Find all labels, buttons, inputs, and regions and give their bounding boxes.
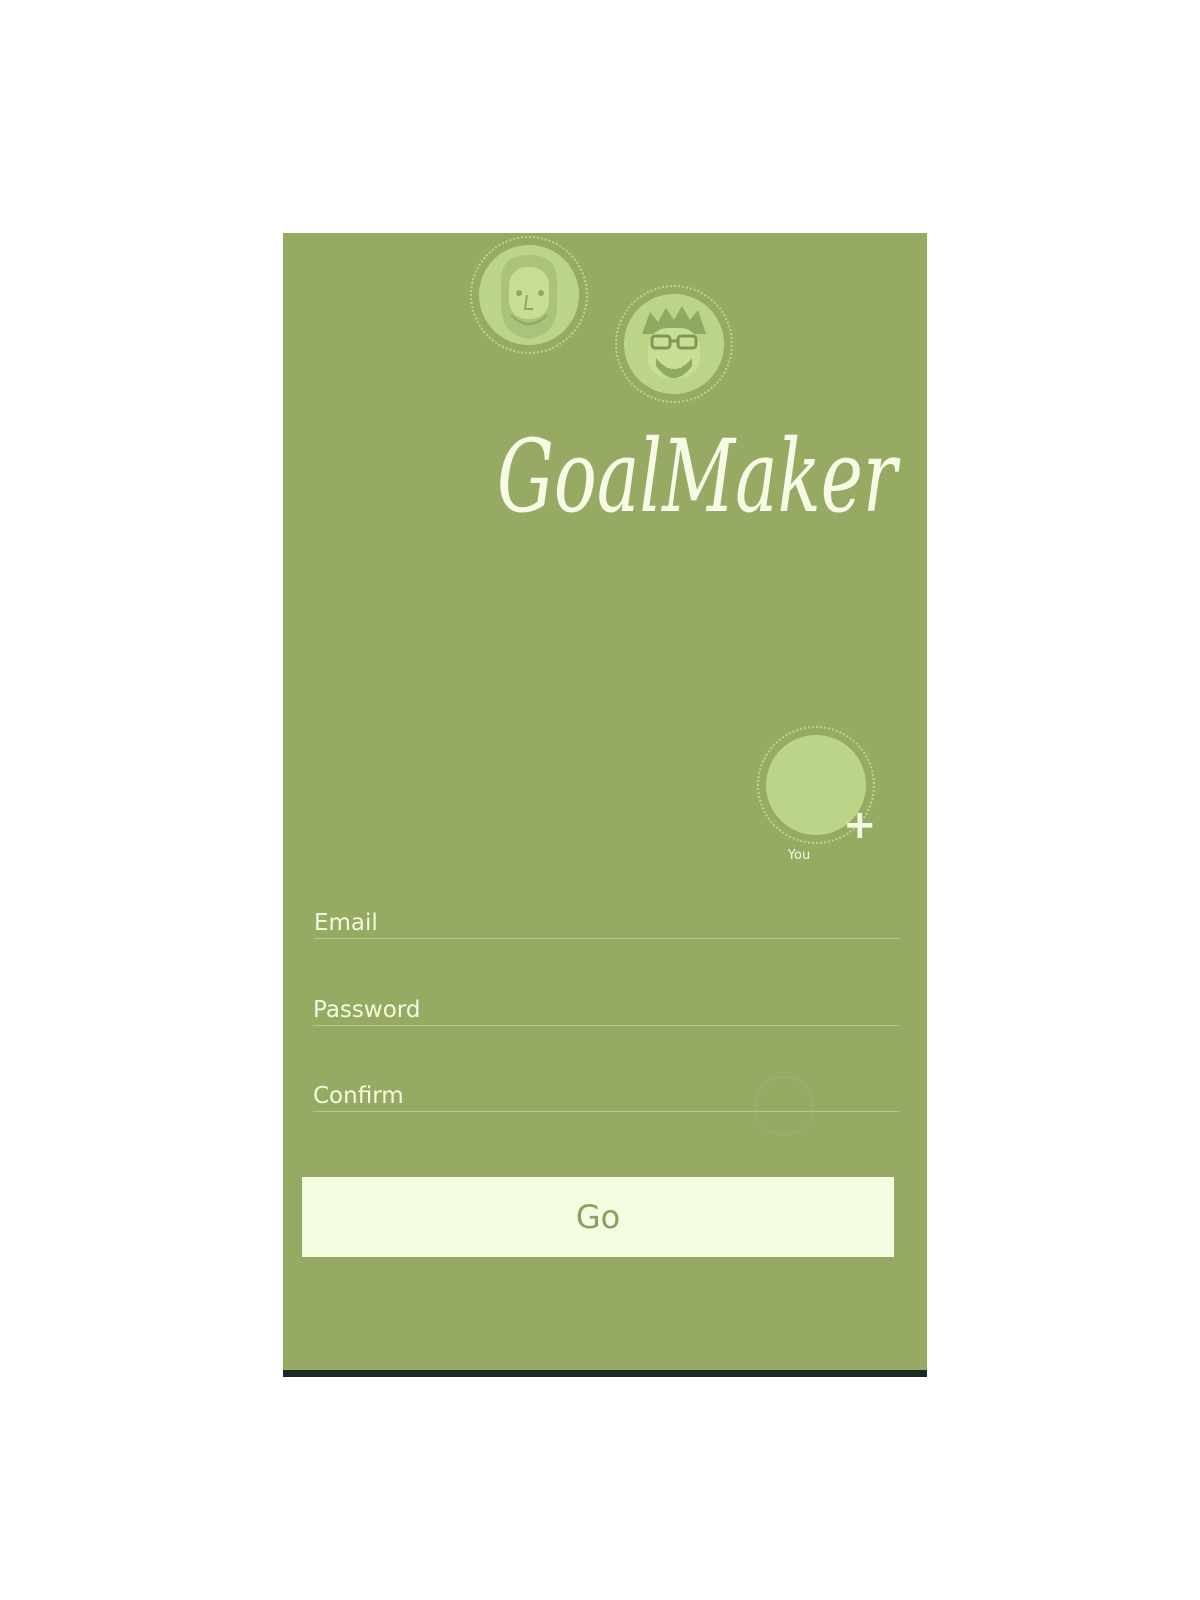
goalmaker-logo: GoalMaker	[497, 418, 901, 535]
email-field[interactable]	[314, 910, 900, 936]
bottom-strip	[283, 1370, 927, 1377]
bearded-man-avatar-icon[interactable]	[479, 245, 579, 345]
password-field-container	[313, 985, 899, 1026]
plus-icon[interactable]: +	[843, 805, 877, 845]
signup-screen: GoalMaker + You Go	[283, 233, 927, 1377]
email-field-container	[314, 898, 900, 939]
go-button[interactable]: Go	[302, 1177, 894, 1257]
svg-text:GoalMaker: GoalMaker	[497, 418, 901, 535]
you-label: You	[787, 848, 811, 863]
glasses-man-avatar-icon[interactable]	[624, 294, 724, 394]
password-field[interactable]	[313, 997, 899, 1023]
confirm-check-icon	[754, 1076, 814, 1136]
